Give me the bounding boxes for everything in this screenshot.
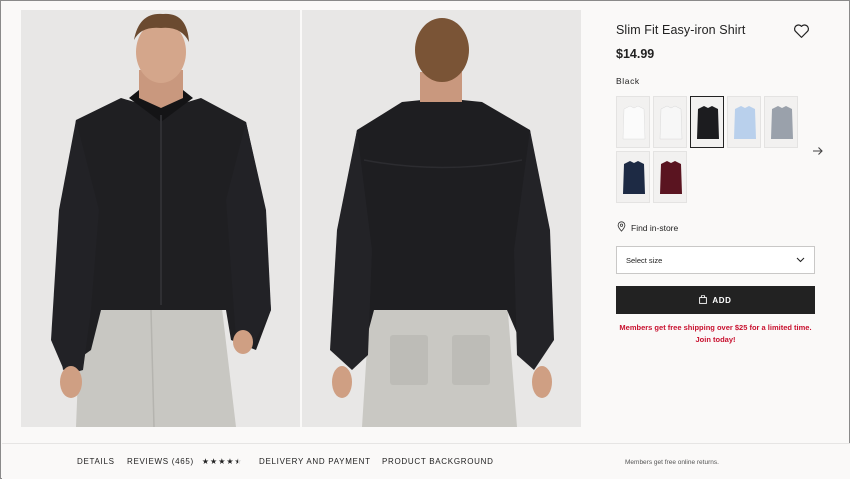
free-returns-note: Members get free online returns. [625,459,719,466]
arrow-right-icon[interactable] [812,144,824,156]
swatch-white-2[interactable] [653,96,687,148]
chevron-down-icon [796,256,805,265]
tab-details[interactable]: DETAILS [77,457,115,466]
member-promo-text[interactable]: Members get free shipping over $25 for a… [613,322,818,346]
product-title: Slim Fit Easy-iron Shirt [616,23,746,37]
heart-icon[interactable] [793,23,810,39]
selected-color-label: Black [616,76,640,86]
find-in-store-label: Find in-store [631,222,679,233]
promo-line-1: Members get free shipping over $25 for a… [619,323,812,332]
product-price: $14.99 [616,47,655,61]
product-image-back[interactable] [302,10,581,427]
tab-reviews-label: REVIEWS (465) [127,457,194,466]
product-image-front[interactable] [21,10,300,427]
add-to-bag-button[interactable]: ADD [616,286,815,314]
rating-stars: ★ ★ ★ ★ ★★ [202,457,242,466]
add-button-label: ADD [712,295,732,305]
bag-icon [699,294,708,306]
star-icon: ★ [218,457,226,466]
swatch-burgundy[interactable] [653,151,687,203]
location-pin-icon [617,221,626,234]
half-star-icon: ★★ [234,457,242,466]
swatch-light-blue[interactable] [727,96,761,148]
star-icon: ★ [226,457,234,466]
tab-reviews[interactable]: REVIEWS (465) ★ ★ ★ ★ ★★ [127,457,242,466]
tab-delivery-and-payment[interactable]: DELIVERY AND PAYMENT [259,457,371,466]
swatch-navy[interactable] [616,151,650,203]
promo-line-2: Join today! [695,335,736,344]
swatch-gray-check[interactable] [764,96,798,148]
product-info-tabs: DETAILS REVIEWS (465) ★ ★ ★ ★ ★★ DELIVER… [2,443,850,479]
size-select[interactable]: Select size [616,246,815,274]
size-select-placeholder: Select size [626,255,663,265]
swatch-black[interactable] [690,96,724,148]
star-icon: ★ [210,457,218,466]
tab-product-background[interactable]: PRODUCT BACKGROUND [382,457,494,466]
star-icon: ★ [201,457,210,466]
find-in-store-link[interactable]: Find in-store [617,221,678,234]
page-frame: Slim Fit Easy-iron Shirt $14.99 Black Fi… [0,0,850,479]
swatch-white[interactable] [616,96,650,148]
